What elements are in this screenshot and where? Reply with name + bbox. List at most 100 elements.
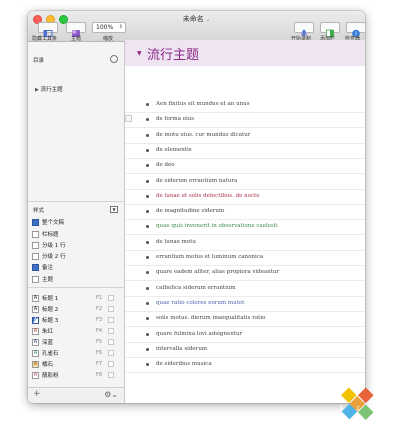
named-style-title-1[interactable]: A 标题 1 [32,294,58,302]
bullet-icon[interactable] [146,148,149,152]
letter-a-icon: A [32,316,39,324]
search-icon[interactable] [110,55,118,63]
outline-row[interactable]: de lunae et solis defectibus. de nocte [125,189,365,205]
named-style-title-3[interactable]: A 标题 3 [32,316,58,324]
outline-row[interactable]: de motu eius. cur mundus dicatur [125,128,365,144]
sidebar-bottom-bar: + ⚙⌄ [28,387,124,403]
row-text[interactable]: de siderum errantium natura [156,174,237,189]
zoom-select[interactable]: 100% ⇕ [92,22,126,33]
shortcut-checkbox[interactable] [108,306,114,312]
topic-heading[interactable]: 流行主题 [147,44,199,63]
bullet-icon[interactable] [146,286,149,290]
row-text[interactable]: de lunae motu [156,235,196,250]
named-style-orange-stone[interactable]: A 橘石 [32,360,53,368]
bullet-icon[interactable] [146,103,149,106]
styles-menu-button[interactable]: ▼ [110,206,118,213]
outline-row[interactable]: de deo [125,158,365,175]
bullet-icon[interactable] [146,164,149,168]
svg-text:D: D [356,385,360,391]
outline-row[interactable]: Aen finitus sit mundus et an unus [125,97,365,113]
outline-row[interactable]: de lunae motu [125,235,365,251]
outline-row[interactable]: quare eadem aliter, alias propiora videa… [125,265,365,282]
outline-row[interactable]: de forma eius [125,112,365,129]
bullet-icon[interactable] [146,317,149,321]
shortcut-checkbox[interactable] [108,317,114,323]
outline-row[interactable]: de magnitudine siderum [125,204,365,221]
row-text[interactable]: de forma eius [156,112,194,127]
row-text[interactable]: quae quis invenerit in observatione cael… [156,219,278,234]
bullet-icon[interactable] [146,332,149,336]
add-column-button[interactable] [320,22,340,38]
outline-row[interactable]: quae quis invenerit in observatione cael… [125,219,365,236]
row-text[interactable]: de motu eius. cur mundus dicatur [156,128,250,143]
row-text[interactable]: de lunae et solis defectibus. de nocte [156,189,260,204]
row-text[interactable]: quae ratio colores eorum mutet [156,296,244,311]
bullet-icon[interactable] [146,225,149,229]
style-notes[interactable]: 备注 [32,263,53,271]
named-style-malachite[interactable]: A 孔雀石 [32,349,59,357]
bullet-icon[interactable] [146,210,149,214]
row-text[interactable]: de deo [156,158,175,173]
row-text[interactable]: intervalla siderum [156,342,207,357]
bullet-icon[interactable] [146,363,149,367]
named-style-title-2[interactable]: A 标题 2 [32,305,58,313]
outline-row[interactable]: errantium motus et luminum canonica [125,250,365,266]
bullet-icon[interactable] [146,133,149,137]
bullet-icon[interactable] [146,347,149,351]
outline-row[interactable]: de sideribus musica [125,357,365,374]
bullet-icon[interactable] [146,301,149,305]
row-text[interactable]: quare eadem aliter, alias propiora videa… [156,265,279,280]
disclosure-triangle-icon[interactable]: ▶ [35,87,39,93]
outline-item[interactable]: ▶ 流行主题 [35,85,63,93]
hide-toolbar-button[interactable] [38,22,58,37]
shortcut-checkbox[interactable] [108,328,114,334]
outline-row[interactable]: catholica siderum errantium [125,281,365,297]
bullet-icon[interactable] [146,271,149,275]
outline-title: 目录 [33,58,45,64]
style-level-1-rows[interactable]: 分级 1 行 [32,241,66,249]
letter-a-icon: A [32,294,39,302]
outline-row[interactable]: quae ratio colores eorum mutet [125,296,365,312]
bullet-icon[interactable] [146,194,149,198]
bullet-icon[interactable] [146,256,149,259]
row-text[interactable]: Aen finitus sit mundus et an unus [156,97,250,112]
outline-row[interactable]: solis motus. dierum inaequalitatis ratio [125,311,365,328]
named-style-navy[interactable]: A 深蓝 [32,338,53,346]
row-text[interactable]: solis motus. dierum inaequalitatis ratio [156,311,265,326]
shortcut-checkbox[interactable] [108,350,114,356]
row-text[interactable]: de sideribus musica [156,357,212,372]
outline-row[interactable]: quare fulmina lovi adsignentur [125,327,365,343]
row-text[interactable]: quare fulmina lovi adsignentur [156,327,242,342]
style-whole-document[interactable]: 整个文稿 [32,218,64,226]
outline-row[interactable]: de siderum errantium natura [125,174,365,190]
row-text[interactable]: catholica siderum errantium [156,281,236,296]
named-style-vermilion[interactable]: A 朱红 [32,327,53,335]
outline-row[interactable]: intervalla siderum [125,342,365,358]
bullet-icon[interactable] [146,179,149,183]
bullet-icon[interactable] [146,240,149,244]
letter-a-icon: A [32,327,39,335]
named-style-shadow-pink[interactable]: A 靓影粉 [32,371,59,379]
app-window: 未命名 ⌄ 隐藏工具条 主题 100% ⇕ 缩放 开始录制 添加栏 i 检查器 目… [28,11,365,403]
inspector-button[interactable]: i [346,22,365,38]
collapse-triangle-icon[interactable]: ▼ [137,50,142,57]
outline-row[interactable]: de elementis [125,143,365,159]
shortcut-checkbox[interactable] [108,339,114,345]
row-text[interactable]: de elementis [156,143,192,158]
row-text[interactable]: errantium motus et luminum canonica [156,250,263,265]
stepper-icon: ⇕ [118,24,123,30]
shortcut-checkbox[interactable] [108,295,114,301]
add-style-button[interactable]: + [33,389,41,399]
style-level-2-rows[interactable]: 分级 2 行 [32,252,66,260]
theme-button[interactable] [66,22,86,37]
svg-text:Z: Z [356,406,360,412]
row-text[interactable]: de magnitudine siderum [156,204,224,219]
shortcut-checkbox[interactable] [108,361,114,367]
gear-icon[interactable]: ⚙⌄ [104,390,118,399]
letter-a-icon: A [32,305,39,313]
style-column-title[interactable]: 栏标题 [32,230,59,238]
start-recording-button[interactable] [294,22,314,36]
style-topic[interactable]: 主题 [32,275,53,283]
bullet-icon[interactable] [146,118,149,122]
shortcut-checkbox[interactable] [108,372,114,378]
